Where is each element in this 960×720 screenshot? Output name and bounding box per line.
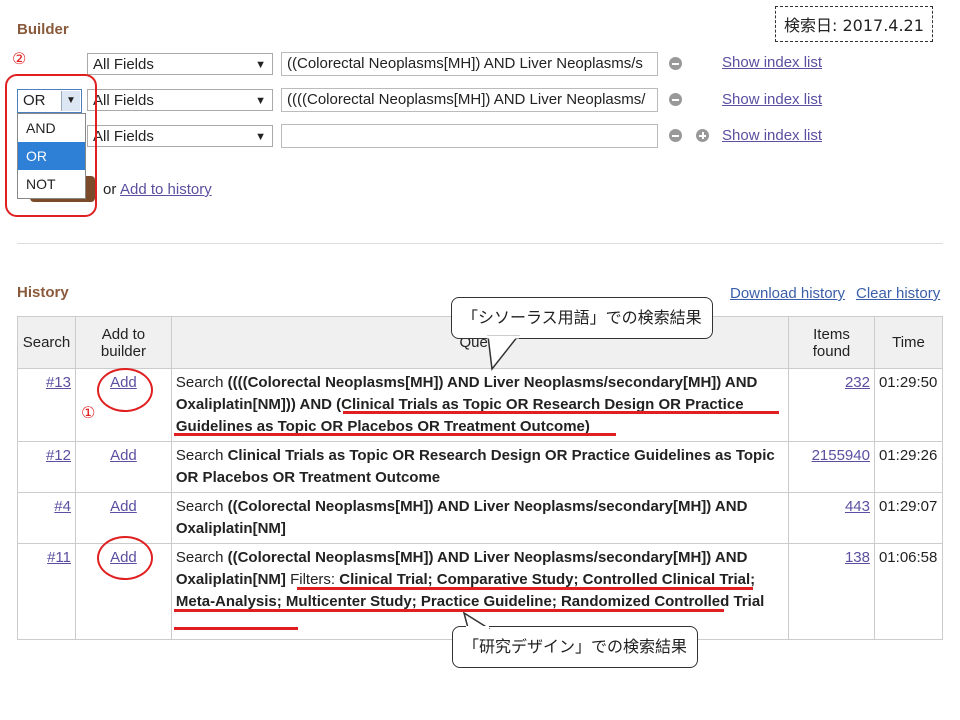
search-id-link[interactable]: #11: [47, 549, 71, 566]
section-divider: [17, 243, 943, 244]
query-text: ((Colorectal Neoplasms[MH]) AND Liver Ne…: [175, 498, 748, 537]
term-input-2[interactable]: ((((Colorectal Neoplasms[MH]) AND Liver …: [281, 88, 658, 112]
callout-pointer: [462, 612, 491, 629]
highlight-underline: [174, 433, 616, 436]
clear-history-link[interactable]: Clear history: [856, 285, 940, 302]
items-found-link[interactable]: 138: [845, 549, 870, 566]
field-select-3[interactable]: All Fields ▼: [87, 125, 273, 147]
step-marker-2: ②: [12, 51, 27, 68]
field-select-value: All Fields: [93, 56, 154, 73]
column-header-time: Time: [873, 316, 944, 369]
field-select-1[interactable]: All Fields ▼: [87, 53, 273, 75]
column-header-items: Items found: [788, 316, 875, 369]
callout-design-result: 「研究デザイン」での検索結果: [452, 626, 699, 668]
download-history-link[interactable]: Download history: [730, 285, 845, 302]
add-row-icon[interactable]: [696, 129, 709, 142]
show-index-list-link-2[interactable]: Show index list: [722, 91, 822, 108]
add-to-builder-link[interactable]: Add: [110, 498, 137, 515]
highlight-underline: [297, 587, 753, 590]
add-to-history-link[interactable]: Add to history: [120, 181, 212, 198]
field-select-2[interactable]: All Fields ▼: [87, 89, 273, 111]
search-id-link[interactable]: #13: [46, 374, 71, 391]
column-header-add: Add to builder: [74, 316, 172, 369]
query-text: Clinical Trials as Topic OR Research Des…: [175, 447, 775, 486]
table-row: #13 Add Search ((((Colorectal Neoplasms[…: [17, 368, 944, 442]
chevron-down-icon: ▼: [255, 59, 266, 71]
highlight-underline: [343, 411, 779, 414]
column-header-search: Search: [17, 316, 76, 369]
remove-row-icon[interactable]: [669, 129, 682, 142]
callout-thesaurus-result: 「シソーラス用語」での検索結果: [451, 297, 713, 339]
or-text: or: [103, 181, 117, 198]
highlight-underline: [174, 627, 298, 630]
term-input-1[interactable]: ((Colorectal Neoplasms[MH]) AND Liver Ne…: [281, 52, 658, 76]
query-text: ((((Colorectal Neoplasms[MH]) AND Liver …: [175, 374, 758, 435]
search-id-link[interactable]: #4: [54, 498, 71, 515]
remove-row-icon[interactable]: [669, 57, 682, 70]
search-time: 01:06:58: [873, 543, 944, 640]
remove-row-icon[interactable]: [669, 93, 682, 106]
callout-text: 「研究デザイン」での検索結果: [463, 637, 688, 656]
callout-pointer: [487, 335, 520, 371]
chevron-down-icon: ▼: [255, 131, 266, 143]
search-time: 01:29:07: [873, 492, 944, 544]
query-prefix: Search: [175, 498, 228, 515]
search-date-label: 検索日: 2017.4.21: [775, 6, 933, 42]
term-input-3[interactable]: [281, 124, 658, 148]
add-to-builder-link[interactable]: Add: [110, 447, 137, 464]
table-row: #12 Add Search Clinical Trials as Topic …: [17, 441, 944, 493]
table-row: #4 Add Search ((Colorectal Neoplasms[MH]…: [17, 492, 944, 544]
items-found-link[interactable]: 443: [845, 498, 870, 515]
dropdown-highlight-box: [5, 74, 97, 217]
field-select-value: All Fields: [93, 128, 154, 145]
query-prefix: Search: [175, 374, 228, 391]
builder-title: Builder: [17, 21, 69, 38]
search-time: 01:29:26: [873, 441, 944, 493]
query-prefix: Search: [175, 447, 228, 464]
add-highlight-circle: [97, 536, 153, 580]
show-index-list-link-1[interactable]: Show index list: [722, 54, 822, 71]
chevron-down-icon: ▼: [255, 95, 266, 107]
search-time: 01:29:50: [873, 368, 944, 442]
query-prefix: Search: [175, 549, 228, 566]
search-id-link[interactable]: #12: [46, 447, 71, 464]
filters-label: Filters:: [285, 571, 340, 588]
history-title: History: [17, 284, 69, 301]
show-index-list-link-3[interactable]: Show index list: [722, 127, 822, 144]
add-highlight-circle: [97, 368, 153, 412]
field-select-value: All Fields: [93, 92, 154, 109]
items-found-link[interactable]: 232: [845, 374, 870, 391]
callout-text: 「シソーラス用語」での検索結果: [462, 308, 702, 327]
items-found-link[interactable]: 2155940: [812, 447, 870, 464]
highlight-underline: [174, 609, 724, 612]
step-marker-1: ①: [81, 405, 96, 422]
